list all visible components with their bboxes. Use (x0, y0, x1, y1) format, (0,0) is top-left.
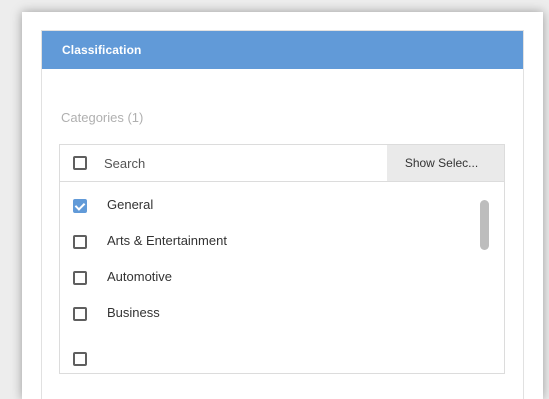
page-background: Classification Categories (1) Show Selec… (0, 0, 549, 399)
search-row (60, 145, 388, 181)
show-selected-button[interactable]: Show Selec... (387, 145, 504, 181)
picker-toolbar: Show Selec... (60, 145, 504, 182)
list-item-label: Automotive (107, 269, 173, 284)
category-picker: Show Selec... General Arts & Entertainme… (59, 144, 505, 374)
list-item[interactable]: Arts & Entertainment (60, 224, 480, 260)
classification-panel: Classification Categories (1) Show Selec… (41, 30, 524, 399)
category-list: General Arts & Entertainment Automotive … (60, 182, 504, 373)
checkbox-icon[interactable] (73, 352, 87, 366)
checkbox-icon[interactable] (73, 271, 87, 285)
list-item[interactable]: Automotive (60, 260, 480, 296)
scrollbar-thumb[interactable] (480, 200, 489, 250)
categories-label: Categories (1) (61, 110, 144, 125)
list-item[interactable]: General (60, 188, 480, 224)
settings-card: Classification Categories (1) Show Selec… (22, 12, 543, 399)
list-item[interactable]: Business (60, 296, 480, 332)
list-item-label: Business (107, 305, 160, 320)
checkmark-icon (74, 200, 86, 211)
list-scrollbar[interactable] (480, 200, 490, 372)
category-search-input[interactable] (104, 154, 364, 172)
list-item-label: Arts & Entertainment (107, 233, 227, 248)
checked-checkbox-icon[interactable] (73, 199, 87, 213)
select-all-checkbox-icon[interactable] (73, 156, 87, 170)
checkbox-icon[interactable] (73, 307, 87, 321)
checkbox-icon[interactable] (73, 235, 87, 249)
list-item-partial[interactable] (60, 332, 480, 368)
list-item-label: General (107, 197, 154, 212)
panel-header: Classification (42, 31, 523, 69)
